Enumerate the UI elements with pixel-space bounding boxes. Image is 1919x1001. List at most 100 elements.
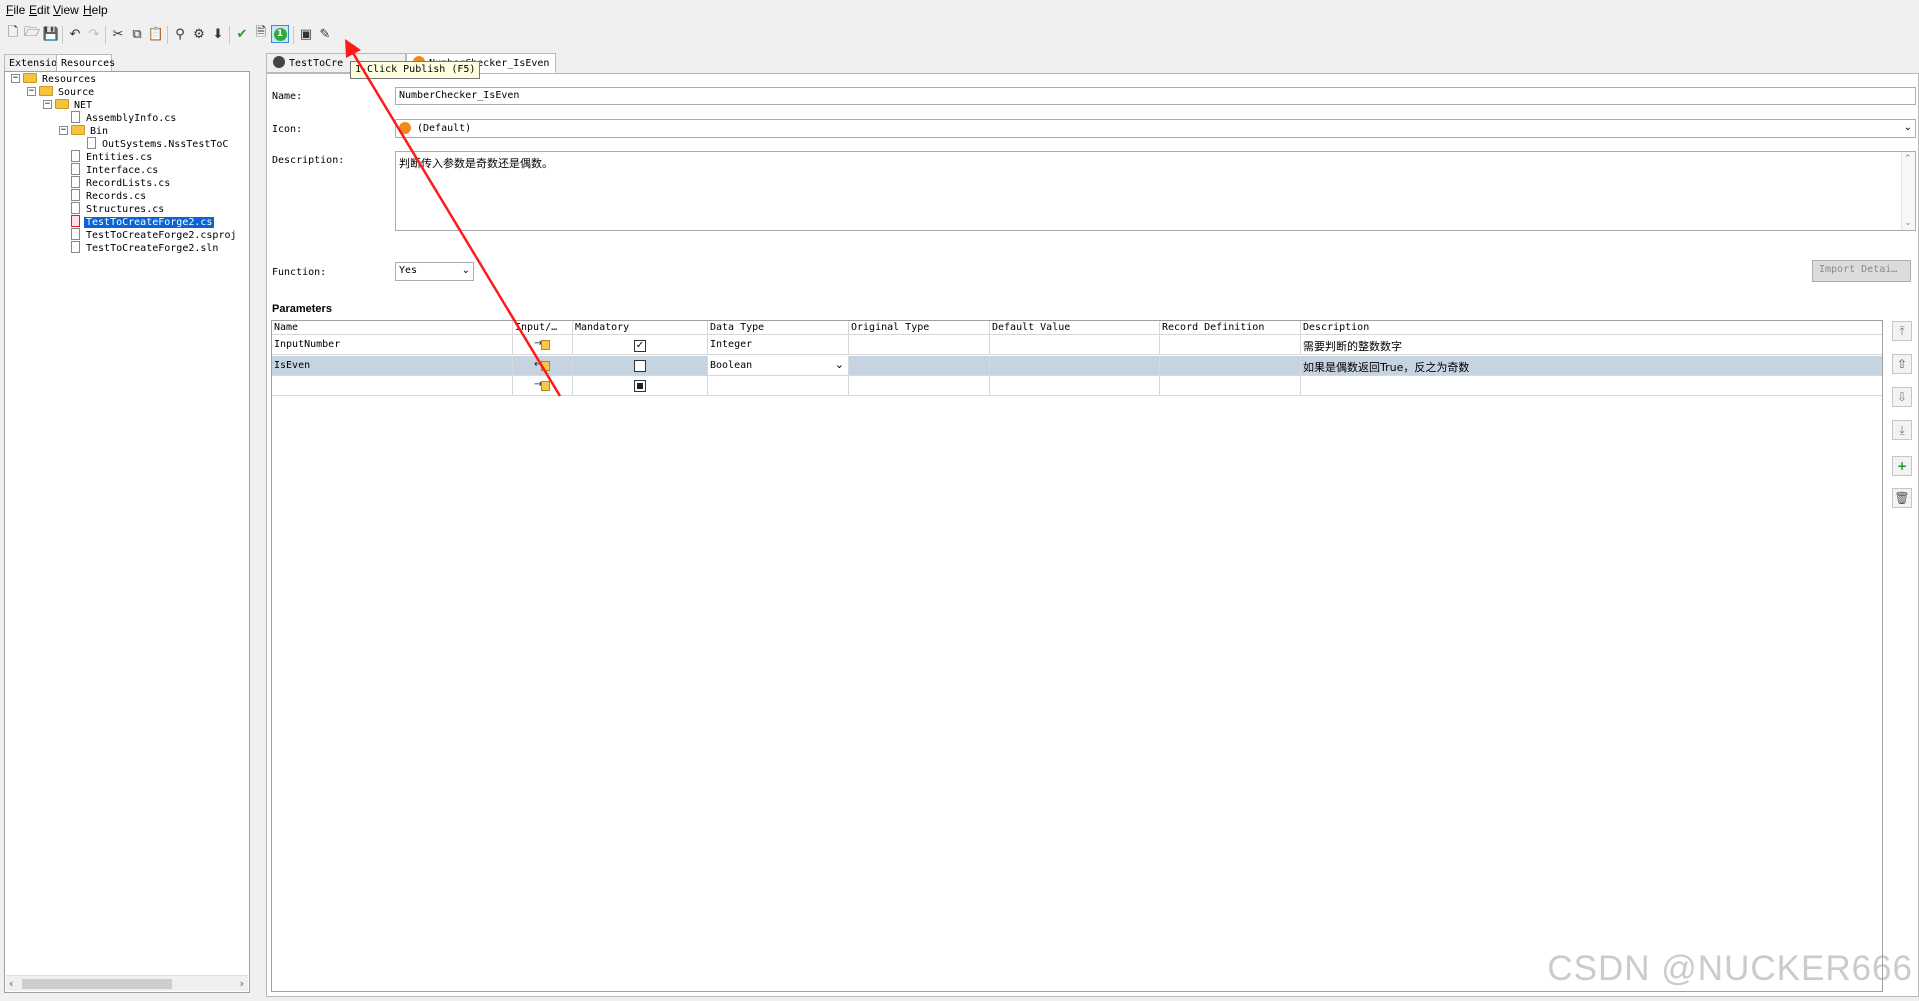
tree-node-structures[interactable]: Structures.cs (71, 202, 166, 217)
cut-icon[interactable]: ✂ (109, 25, 127, 43)
scrollbar-thumb[interactable] (22, 979, 172, 989)
description-label: Description: (272, 155, 345, 166)
param-mandatory-cell[interactable] (573, 356, 708, 375)
scroll-left-icon[interactable]: ‹ (9, 977, 13, 990)
description-scrollbar[interactable]: ⌃ ⌄ (1901, 152, 1915, 230)
menu-edit[interactable]: Edit (29, 3, 50, 17)
parameters-grid: Name Input/… Mandatory Data Type Origina… (271, 320, 1883, 992)
mandatory-checkbox-checked[interactable]: ✓ (634, 340, 646, 352)
function-select[interactable]: Yes ⌄ (395, 262, 474, 281)
param-recorddef-cell[interactable] (1160, 356, 1301, 375)
param-defaultvalue-cell[interactable] (990, 356, 1160, 375)
tab-extension[interactable]: Extension (4, 54, 63, 72)
param-datatype-cell[interactable]: Integer (708, 335, 849, 354)
param-originaltype-cell[interactable] (849, 376, 990, 395)
icon-select[interactable]: (Default) ⌄ (395, 119, 1916, 138)
paste-icon[interactable]: 📋 (147, 25, 165, 43)
scroll-right-icon[interactable]: › (240, 977, 244, 990)
column-header-original-type[interactable]: Original Type (849, 321, 990, 334)
table-row-selected[interactable]: IsEven ← Boolean ⌄ 如果是偶数返回True，反之为奇数 (272, 356, 1882, 376)
tab-resources[interactable]: Resources (56, 54, 115, 72)
download-arrow-icon[interactable]: ⬇ (209, 25, 227, 43)
scroll-up-icon[interactable]: ⌃ (1904, 154, 1912, 164)
menu-view[interactable]: View (53, 3, 79, 17)
verify-check-icon[interactable]: ✔ (233, 25, 251, 43)
tree-node-dll[interactable]: OutSystems.NssTestToC (87, 137, 230, 152)
param-datatype-cell[interactable] (708, 376, 849, 395)
move-bottom-icon: ⤓ (1892, 420, 1912, 440)
param-description-cell[interactable] (1301, 376, 1884, 395)
column-header-description[interactable]: Description (1301, 321, 1884, 334)
param-originaltype-cell[interactable] (849, 335, 990, 354)
open-service-center-icon[interactable]: ▣ (297, 25, 315, 43)
tree-node-recordlists[interactable]: RecordLists.cs (71, 176, 172, 191)
param-defaultvalue-cell[interactable] (990, 376, 1160, 395)
tree-node-csproj[interactable]: TestToCreateForge2.csproj (71, 228, 239, 243)
input-parameter-icon: → (534, 379, 550, 392)
tree-node-interface[interactable]: Interface.cs (71, 163, 160, 178)
param-name-cell[interactable]: IsEven (272, 356, 513, 375)
new-file-icon[interactable]: 🗋 (4, 25, 22, 43)
tree-node-source[interactable]: − Source (27, 86, 96, 100)
tree-node-entities[interactable]: Entities.cs (71, 150, 154, 165)
tree-node-sln[interactable]: TestToCreateForge2.sln (71, 241, 220, 256)
one-click-publish-button[interactable]: 1 (271, 25, 289, 43)
tree-node-assemblyinfo[interactable]: AssemblyInfo.cs (71, 111, 178, 126)
table-row[interactable]: InputNumber → ✓ Integer 需要判断的整数数字 (272, 335, 1882, 355)
delete-parameter-icon[interactable]: 🗑 (1892, 488, 1912, 508)
param-originaltype-cell[interactable] (849, 356, 990, 375)
param-recorddef-cell[interactable] (1160, 376, 1301, 395)
collapse-icon[interactable]: − (59, 125, 68, 135)
column-header-default-value[interactable]: Default Value (990, 321, 1160, 334)
name-input[interactable]: NumberChecker_IsEven (395, 87, 1916, 105)
binoculars-icon[interactable]: ⚲ (171, 25, 189, 43)
tree-node-main-cs[interactable]: TestToCreateForge2.cs (71, 215, 216, 230)
param-direction-cell[interactable]: → (513, 335, 573, 354)
column-header-data-type[interactable]: Data Type (708, 321, 849, 334)
param-name-cell[interactable] (272, 376, 513, 395)
mandatory-checkbox-unchecked[interactable] (634, 360, 646, 372)
param-mandatory-cell[interactable] (573, 376, 708, 395)
collapse-icon[interactable]: − (27, 86, 36, 96)
tree-node-net[interactable]: − NET (43, 99, 94, 113)
file-icon (71, 150, 80, 162)
param-description-cell[interactable]: 需要判断的整数数字 (1301, 335, 1884, 354)
open-folder-icon[interactable]: 🗁 (23, 25, 41, 43)
param-direction-cell[interactable]: ← (513, 356, 573, 375)
file-icon (71, 202, 80, 214)
chevron-down-icon[interactable]: ⌄ (835, 358, 844, 371)
param-direction-cell[interactable]: → (513, 376, 573, 395)
copy-icon[interactable]: ⧉ (128, 25, 146, 43)
param-mandatory-cell[interactable]: ✓ (573, 335, 708, 354)
default-action-icon (399, 122, 411, 134)
column-header-mandatory[interactable]: Mandatory (573, 321, 708, 334)
undo-icon[interactable]: ↶ (66, 25, 84, 43)
param-datatype-dropdown[interactable]: Boolean ⌄ (708, 356, 849, 375)
tree-node-records[interactable]: Records.cs (71, 189, 148, 204)
param-name-cell[interactable]: InputNumber (272, 335, 513, 354)
import-details-button: Import Detai… (1812, 260, 1911, 282)
column-header-record-definition[interactable]: Record Definition (1160, 321, 1301, 334)
move-up-icon[interactable]: ⇧ (1892, 354, 1912, 374)
menu-help[interactable]: Help (83, 3, 108, 17)
save-icon[interactable]: 💾 (42, 25, 60, 43)
column-header-input-output[interactable]: Input/… (513, 321, 573, 334)
param-recorddef-cell[interactable] (1160, 335, 1301, 354)
mandatory-checkbox-indeterminate[interactable] (634, 380, 646, 392)
scroll-down-icon[interactable]: ⌄ (1904, 218, 1912, 228)
tree-horizontal-scrollbar[interactable]: ‹ › (6, 975, 248, 991)
edit-source-icon[interactable]: ✎ (316, 25, 334, 43)
menu-file[interactable]: File (6, 3, 25, 17)
tree-node-resources[interactable]: − Resources (11, 73, 98, 87)
param-defaultvalue-cell[interactable] (990, 335, 1160, 354)
tree-node-bin[interactable]: − Bin (59, 125, 110, 139)
save-verify-icon[interactable]: 🗎 (252, 25, 270, 43)
description-textarea[interactable]: 判断传入参数是奇数还是偶数。 ⌃ ⌄ (395, 151, 1916, 231)
collapse-icon[interactable]: − (43, 99, 52, 109)
collapse-icon[interactable]: − (11, 73, 20, 83)
add-parameter-icon[interactable]: + (1892, 456, 1912, 476)
table-row-new[interactable]: → (272, 376, 1882, 396)
column-header-name[interactable]: Name (272, 321, 513, 334)
gear-icon[interactable]: ⚙ (190, 25, 208, 43)
param-description-cell[interactable]: 如果是偶数返回True，反之为奇数 (1301, 356, 1884, 375)
